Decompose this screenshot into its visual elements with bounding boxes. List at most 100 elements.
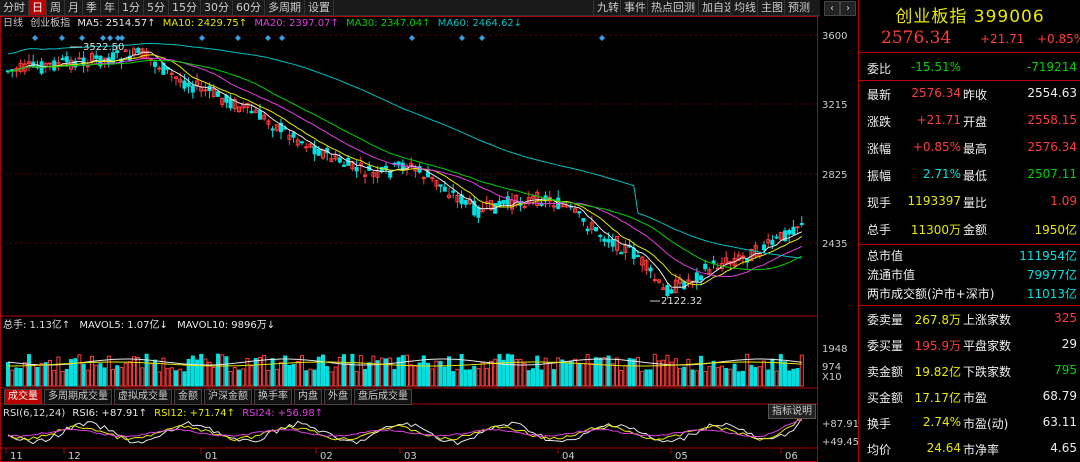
ma20-label: MA20: 2397.07↑ bbox=[254, 18, 339, 29]
volume-bar bbox=[10, 369, 15, 387]
volume-bar bbox=[728, 368, 733, 387]
rsi-name-label: RSI(6,12,24) bbox=[3, 408, 66, 419]
toolbar-item-1[interactable]: 事件 bbox=[620, 0, 649, 15]
volume-bar bbox=[153, 359, 157, 387]
volume-bar bbox=[241, 368, 246, 387]
period-tab-7[interactable]: 5分 bbox=[144, 0, 169, 15]
panel-divider bbox=[859, 52, 1080, 53]
volume-bar bbox=[90, 355, 94, 387]
event-marker bbox=[32, 35, 38, 41]
kline-chart-area[interactable]: 3600 3215 2825 2435 1948 974 X10 +87.91 +49.45 11… bbox=[0, 16, 858, 462]
volume-bar bbox=[690, 369, 695, 387]
period-tab-4[interactable]: 季 bbox=[83, 0, 101, 15]
period-tab-1[interactable]: 日 bbox=[29, 0, 47, 15]
quote-label-2: 开盘 bbox=[963, 115, 988, 129]
quote-row-r2-1: 涨跌 +21.71 开盘 2558.15 bbox=[859, 108, 1080, 132]
quote-label: 均价 bbox=[867, 443, 892, 457]
quote-value-2: 325 bbox=[1054, 311, 1077, 325]
indicator-tab-3[interactable]: 金额 bbox=[174, 389, 202, 405]
mavol5-label: MAVOL5: 1.07亿↓ bbox=[79, 320, 168, 331]
volume-bar bbox=[560, 359, 565, 387]
volume-bar bbox=[115, 365, 120, 387]
volume-bar bbox=[703, 371, 708, 387]
volume-bar bbox=[266, 369, 271, 387]
quote-value-2: 1950亿 bbox=[1034, 223, 1077, 237]
period-tab-12[interactable]: 设置 bbox=[305, 0, 334, 15]
candle-body bbox=[762, 244, 766, 251]
quote-row-r2-0: 最新 2576.34 昨收 2554.63 bbox=[859, 81, 1080, 105]
candle-body bbox=[703, 263, 708, 270]
candle-body bbox=[216, 91, 220, 97]
volume-bar bbox=[308, 368, 313, 387]
volume-bar bbox=[127, 361, 132, 387]
period-tab-2[interactable]: 周 bbox=[47, 0, 65, 15]
candle-body bbox=[203, 89, 208, 92]
volume-bar bbox=[354, 371, 359, 387]
candle-body bbox=[560, 205, 565, 208]
volume-bar bbox=[199, 353, 204, 387]
period-tab-0[interactable]: 分时 bbox=[0, 0, 29, 15]
volume-bar bbox=[598, 357, 603, 387]
quote-value: -15.51% bbox=[910, 60, 961, 74]
volume-bar bbox=[514, 358, 519, 387]
index-name-label: 创业板指 bbox=[30, 18, 71, 29]
volume-bar bbox=[190, 355, 195, 387]
volume-bar bbox=[81, 363, 86, 387]
candle-body bbox=[291, 132, 296, 138]
volume-bar bbox=[195, 359, 199, 387]
candle-body bbox=[795, 226, 800, 229]
volume-bar bbox=[627, 358, 632, 387]
toolbar-item-6[interactable]: 预测 bbox=[784, 0, 813, 15]
quote-value-2: 1.09 bbox=[1050, 194, 1077, 208]
indicator-tab-0[interactable]: 成交量 bbox=[4, 389, 42, 405]
candle-body bbox=[228, 98, 233, 109]
event-marker bbox=[199, 35, 205, 41]
volume-bar bbox=[258, 356, 262, 387]
volume-bar bbox=[795, 368, 800, 387]
indicator-tab-7[interactable]: 外盘 bbox=[324, 389, 352, 405]
quote-label-2: 市盈(动) bbox=[963, 417, 1009, 431]
volume-bar bbox=[711, 360, 716, 387]
quote-row-r4-3: 买金额 17.17亿 市盈 68.79 bbox=[859, 384, 1080, 408]
scroll-left-icon[interactable]: ‹ bbox=[824, 1, 840, 16]
volume-bar bbox=[791, 368, 796, 387]
toolbar-item-4[interactable]: 均线 bbox=[730, 0, 759, 15]
quote-label-2: 最低 bbox=[963, 169, 988, 183]
volume-bar bbox=[287, 364, 292, 387]
candle-body bbox=[148, 58, 153, 61]
period-tab-8[interactable]: 15分 bbox=[169, 0, 201, 15]
toolbar-item-0[interactable]: 九转 bbox=[593, 0, 622, 15]
ma30-label: MA30: 2347.04↑ bbox=[346, 18, 431, 29]
period-tab-6[interactable]: 1分 bbox=[119, 0, 144, 15]
indicator-tab-4[interactable]: 沪深金额 bbox=[204, 389, 252, 405]
period-tab-5[interactable]: 年 bbox=[101, 0, 119, 15]
quote-value: 2576.34 bbox=[911, 86, 961, 100]
date-axis-label: 11 bbox=[10, 451, 23, 462]
period-tab-9[interactable]: 30分 bbox=[201, 0, 233, 15]
period-tab-10[interactable]: 60分 bbox=[233, 0, 265, 15]
candle-body bbox=[631, 247, 636, 259]
indicator-tab-2[interactable]: 虚拟成交量 bbox=[114, 389, 172, 405]
volume-bar bbox=[480, 362, 485, 387]
indicator-tab-5[interactable]: 换手率 bbox=[254, 389, 292, 405]
volume-bar bbox=[741, 370, 745, 387]
indicator-tab-6[interactable]: 内盘 bbox=[294, 389, 322, 405]
high-annotation: 3522.50 bbox=[83, 42, 124, 53]
low-annotation: 2122.32 bbox=[661, 296, 702, 307]
volume-bar bbox=[98, 363, 103, 387]
period-tab-11[interactable]: 多周期 bbox=[265, 0, 305, 15]
volume-bar bbox=[400, 355, 405, 387]
scroll-right-icon[interactable]: › bbox=[840, 1, 856, 16]
volume-bar bbox=[203, 358, 208, 387]
volume-bar bbox=[220, 354, 225, 387]
indicator-tab-8[interactable]: 盘后成交量 bbox=[354, 389, 412, 405]
indicator-help-button[interactable]: 指标说明 bbox=[768, 404, 816, 419]
volume-bar bbox=[132, 356, 136, 387]
volume-bar bbox=[774, 370, 779, 387]
toolbar-item-2[interactable]: 热点回测 bbox=[647, 0, 698, 15]
volume-bar bbox=[27, 354, 31, 387]
toolbar-item-5[interactable]: 主图 bbox=[757, 0, 786, 15]
indicator-tab-1[interactable]: 多周期成交量 bbox=[44, 389, 112, 405]
volume-bar bbox=[35, 367, 40, 387]
period-tab-3[interactable]: 月 bbox=[65, 0, 83, 15]
